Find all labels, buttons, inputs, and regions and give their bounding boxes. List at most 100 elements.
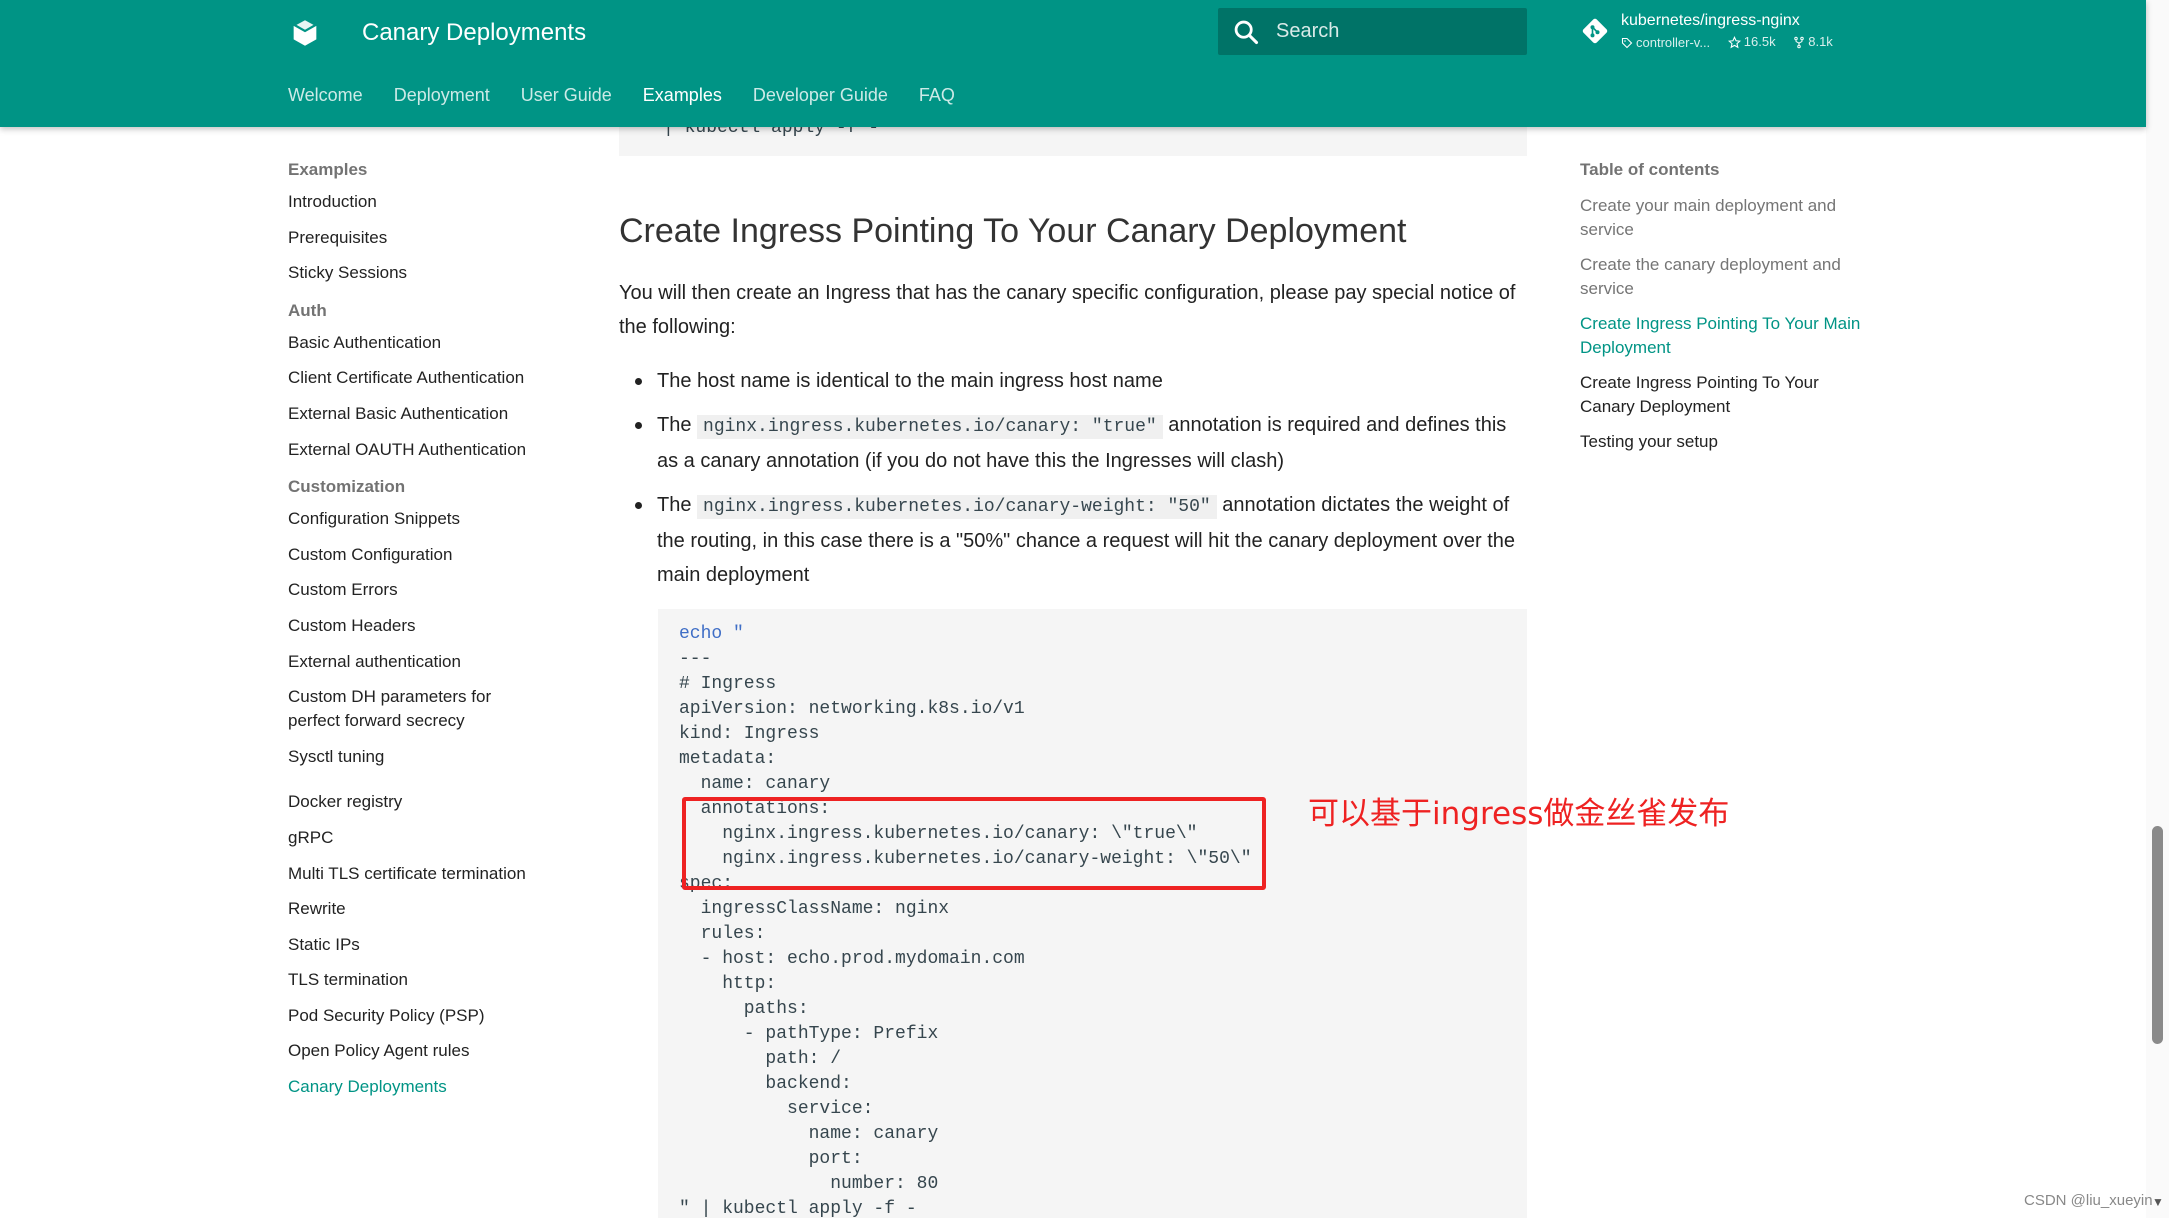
repo-link[interactable]: kubernetes/ingress-nginx controller-v...… [1580,10,1880,58]
page-scrollbar[interactable]: ▼ [2146,0,2169,1218]
nav-item-canary[interactable]: Canary Deployments [288,1075,578,1099]
nav-item-client-cert-auth[interactable]: Client Certificate Authentication [288,366,578,390]
table-of-contents: Table of contents Create your main deplo… [1580,150,1870,465]
toc-item-main-deployment[interactable]: Create your main deployment and service [1580,194,1870,242]
bullet-item-2: The nginx.ingress.kubernetes.io/canary: … [635,408,1527,478]
code-line-1: echo " [679,624,744,644]
top-tabs: Welcome Deployment User Guide Examples D… [288,80,986,110]
code-line-16: paths: [679,999,809,1019]
nav-item-docker-registry[interactable]: Docker registry [288,790,578,814]
toc-item-ingress-canary[interactable]: Create Ingress Pointing To Your Canary D… [1580,371,1870,419]
code-line-13: rules: [679,924,766,944]
code-line-20: service: [679,1099,874,1119]
nav-item-custom-dh[interactable]: Custom DH parameters for perfect forward… [288,685,528,733]
toc-title: Table of contents [1580,160,1720,179]
repo-forks-text: 8.1k [1808,34,1833,49]
search-input[interactable] [1276,8,1516,55]
fork-icon [1794,36,1804,48]
bullet-1-text: The host name is identical to the main i… [657,370,1163,392]
code-line-15: http: [679,974,777,994]
nav-section-customization: Customization [288,477,406,497]
tab-examples[interactable]: Examples [643,80,722,110]
nav-section-examples: Examples [288,160,368,179]
code-line-2: --- [679,649,712,669]
code-line-5: kind: Ingress [679,724,820,744]
site-title: Canary Deployments [362,19,587,46]
scroll-down-arrow-icon[interactable]: ▼ [2152,1195,2164,1209]
repo-version: controller-v... [1621,33,1710,53]
nav-item-custom-errors[interactable]: Custom Errors [288,578,578,602]
annotation-text: 可以基于ingress做金丝雀发布 [1308,796,1730,832]
search-box[interactable] [1218,8,1527,55]
search-icon[interactable] [1232,18,1260,46]
nav-item-psp[interactable]: Pod Security Policy (PSP) [288,1004,578,1028]
code-line-6: metadata: [679,749,777,769]
tag-icon [1621,37,1633,48]
tab-welcome[interactable]: Welcome [288,80,363,110]
nav-item-grpc[interactable]: gRPC [288,826,578,850]
nav-item-external-oauth[interactable]: External OAUTH Authentication [288,438,578,462]
nav-item-static-ips[interactable]: Static IPs [288,933,578,957]
tab-user-guide[interactable]: User Guide [521,80,612,110]
star-icon [1727,35,1741,48]
bullet-item-3: The nginx.ingress.kubernetes.io/canary-w… [635,488,1527,592]
bullet-item-1: The host name is identical to the main i… [635,364,1527,398]
sidebar-nav: Examples Introduction Prerequisites Stic… [288,150,578,1111]
code-line-3: # Ingress [679,674,777,694]
code-line-23: number: 80 [679,1174,939,1194]
code-line-22: port: [679,1149,863,1169]
nav-item-multi-tls[interactable]: Multi TLS certificate termination [288,862,578,886]
nav-item-custom-config[interactable]: Custom Configuration [288,543,578,567]
code-line-18: path: / [679,1049,842,1069]
tab-deployment[interactable]: Deployment [394,80,490,110]
code-line-19: backend: [679,1074,852,1094]
nav-item-tls-termination[interactable]: TLS termination [288,968,578,992]
annotation-highlight-box [682,797,1266,890]
nav-item-external-authentication[interactable]: External authentication [288,650,578,674]
repo-stars: 16.5k [1727,32,1776,52]
nav-item-external-basic-auth[interactable]: External Basic Authentication [288,402,578,426]
repo-stars-text: 16.5k [1743,34,1776,49]
intro-paragraph: You will then create an Ingress that has… [619,282,1516,338]
nav-item-opa[interactable]: Open Policy Agent rules [288,1039,578,1063]
main-content: | kubectl apply -f - Create Ingress Poin… [619,0,1527,1218]
code-content: echo " --- # Ingress apiVersion: network… [679,622,1252,1218]
code-line-17: - pathType: Prefix [679,1024,939,1044]
code-line-14: - host: echo.prod.mydomain.com [679,949,1025,969]
tab-developer-guide[interactable]: Developer Guide [753,80,888,110]
book-icon[interactable] [288,16,322,50]
toc-item-testing[interactable]: Testing your setup [1580,430,1870,454]
toc-item-ingress-main[interactable]: Create Ingress Pointing To Your Main Dep… [1580,312,1870,360]
header: Canary Deployments kubernetes/ingress-ng… [0,0,2146,127]
bullet-3-code: nginx.ingress.kubernetes.io/canary-weigh… [697,495,1217,519]
code-line-21: name: canary [679,1124,939,1144]
nav-item-introduction[interactable]: Introduction [288,190,578,214]
code-line-7: name: canary [679,774,831,794]
nav-item-config-snippets[interactable]: Configuration Snippets [288,507,578,531]
repo-name: kubernetes/ingress-nginx [1621,12,1800,29]
section-heading: Create Ingress Pointing To Your Canary D… [619,212,1407,250]
nav-item-sysctl[interactable]: Sysctl tuning [288,745,578,769]
code-line-4: apiVersion: networking.k8s.io/v1 [679,699,1025,719]
bullet-3-pre: The [657,494,698,516]
toc-item-canary-deployment[interactable]: Create the canary deployment and service [1580,253,1870,301]
bullet-2-code: nginx.ingress.kubernetes.io/canary: "tru… [697,415,1163,439]
code-line-24: " | kubectl apply -f - [679,1199,917,1218]
repo-version-text: controller-v... [1636,34,1711,50]
bullet-list: The host name is identical to the main i… [635,364,1527,602]
repo-forks: 8.1k [1793,32,1833,52]
repo-facts: controller-v... 16.5k 8.1k [1621,32,1847,55]
tab-faq[interactable]: FAQ [919,80,955,110]
nav-item-prerequisites[interactable]: Prerequisites [288,226,578,250]
code-line-12: ingressClassName: nginx [679,899,950,919]
nav-section-auth: Auth [288,300,327,320]
git-icon [1582,18,1608,44]
watermark: CSDN @liu_xueyin [2024,1192,2153,1209]
nav-item-rewrite[interactable]: Rewrite [288,897,578,921]
scrollbar-thumb[interactable] [2152,826,2163,1044]
code-block: echo " --- # Ingress apiVersion: network… [658,609,1527,1218]
nav-item-custom-headers[interactable]: Custom Headers [288,614,578,638]
nav-item-basic-auth[interactable]: Basic Authentication [288,331,578,355]
nav-item-sticky-sessions[interactable]: Sticky Sessions [288,261,578,285]
